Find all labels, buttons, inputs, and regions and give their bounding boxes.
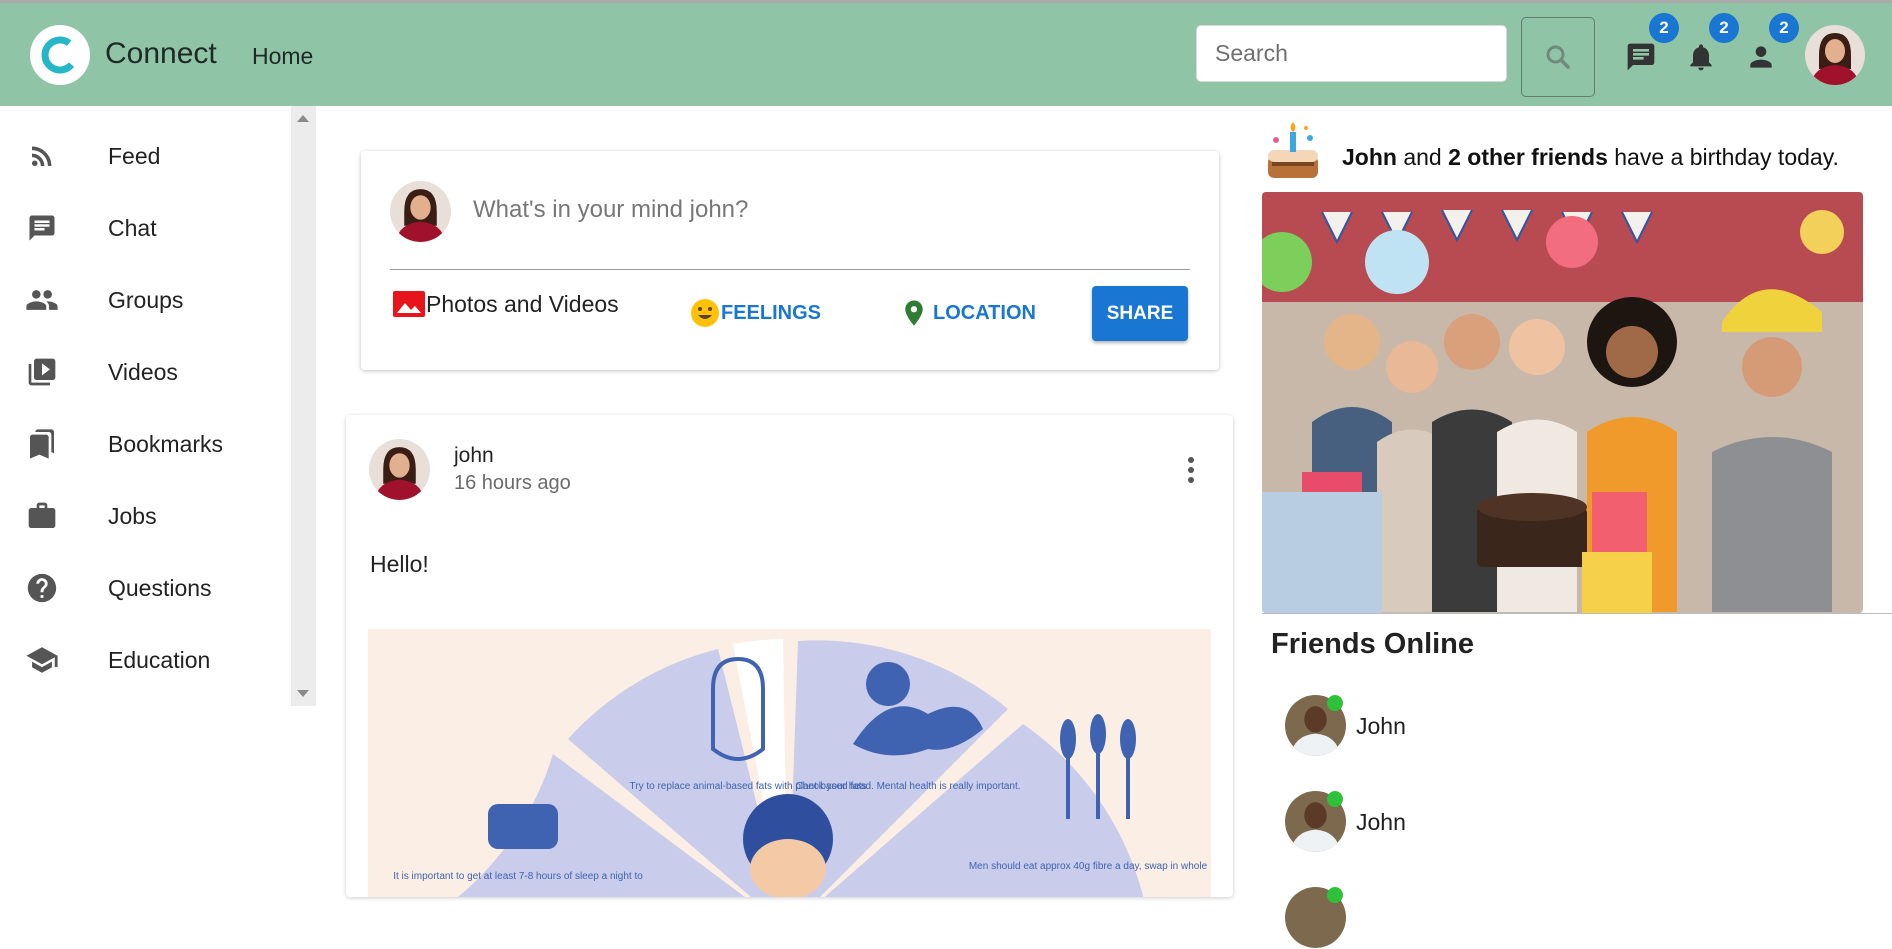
share-card: Photos and Videos FEELINGS LOCATION SHAR…: [361, 151, 1219, 370]
photos-videos-label: Photos and Videos: [426, 290, 619, 317]
divider: [390, 269, 1190, 270]
sidebar-item-bookmarks[interactable]: Bookmarks: [0, 412, 290, 476]
notifications-badge: 2: [1709, 13, 1739, 43]
post-card: john 16 hours ago Hello! Try to replace …: [346, 415, 1233, 897]
share-button[interactable]: SHARE: [1092, 286, 1188, 341]
video-library-icon: [24, 354, 60, 390]
sidebar-item-education[interactable]: Education: [0, 628, 290, 692]
feelings-label: FEELINGS: [721, 301, 822, 324]
sidebar-item-jobs[interactable]: Jobs: [0, 484, 290, 548]
rss-feed-icon: [24, 138, 60, 174]
top-bar: Connect Home 2 2 2: [0, 0, 1892, 106]
photos-videos-option[interactable]: Photos and Videos: [392, 289, 619, 319]
sidebar: Feed Chat Groups Videos Bookmarks Jobs Q…: [0, 106, 316, 706]
online-status-badge: [1327, 695, 1343, 711]
sidebar-item-label: Education: [108, 646, 211, 673]
online-status-badge: [1327, 791, 1343, 807]
chat-icon: [1627, 43, 1655, 71]
sidebar-item-chat[interactable]: Chat: [0, 196, 290, 260]
briefcase-icon: [24, 498, 60, 534]
avatar: [390, 181, 451, 242]
image-caption: Men should eat approx 40g fibre a day, s…: [969, 861, 1208, 872]
feelings-option[interactable]: FEELINGS: [689, 297, 821, 329]
messages-badge: 2: [1649, 13, 1679, 43]
search-button[interactable]: [1521, 17, 1595, 97]
sidebar-item-groups[interactable]: Groups: [0, 268, 290, 332]
sidebar-item-videos[interactable]: Videos: [0, 340, 290, 404]
sidebar-item-label: Jobs: [108, 502, 157, 529]
divider: [1262, 613, 1892, 614]
post-text: Hello!: [370, 551, 429, 577]
search-icon: [1546, 45, 1570, 69]
sidebar-item-feed[interactable]: Feed: [0, 124, 290, 188]
location-option[interactable]: LOCATION: [899, 297, 1036, 329]
friend-name: John: [1356, 713, 1406, 739]
location-label: LOCATION: [933, 301, 1036, 324]
chat-icon: [24, 210, 60, 246]
person-icon: [1750, 46, 1772, 68]
bell-icon: [1690, 44, 1712, 71]
friend-online-item[interactable]: John: [1285, 693, 1685, 757]
friend-requests-button[interactable]: 2: [1743, 13, 1799, 75]
brand-name[interactable]: Connect: [105, 37, 217, 71]
notifications-button[interactable]: 2: [1683, 13, 1739, 75]
birthday-cake-icon: [1268, 122, 1318, 178]
birthday-others[interactable]: 2 other friends: [1448, 144, 1608, 170]
post-timestamp: 16 hours ago: [454, 472, 571, 494]
online-status-badge: [1327, 887, 1343, 903]
sidebar-item-label: Chat: [108, 214, 157, 241]
sidebar-item-label: Questions: [108, 574, 212, 601]
photo-icon: [393, 291, 425, 317]
friend-requests-badge: 2: [1769, 13, 1799, 43]
logo-icon[interactable]: [30, 25, 90, 85]
sidebar-item-label: Groups: [108, 286, 184, 313]
birthday-party-image: [1262, 192, 1863, 613]
more-vert-icon[interactable]: [1176, 450, 1206, 490]
friend-online-item-partial[interactable]: [1285, 885, 1685, 949]
profile-avatar[interactable]: [1805, 25, 1865, 85]
image-caption: It is important to get at least 7-8 hour…: [393, 871, 643, 882]
birthday-text: John and 2 other friends have a birthday…: [1342, 144, 1839, 170]
birthday-notice: John and 2 other friends have a birthday…: [1262, 120, 1882, 180]
sidebar-item-questions[interactable]: Questions: [0, 556, 290, 620]
avatar[interactable]: [369, 439, 430, 500]
image-caption: Check your head. Mental health is really…: [795, 781, 1020, 792]
messages-button[interactable]: 2: [1623, 13, 1679, 75]
post-username[interactable]: john: [454, 444, 494, 468]
help-circle-icon: [24, 570, 60, 606]
scroll-down-arrow-icon[interactable]: [297, 690, 309, 697]
home-link[interactable]: Home: [252, 43, 313, 70]
friend-name: John: [1356, 809, 1406, 835]
friend-online-item[interactable]: John: [1285, 789, 1685, 853]
birthday-name[interactable]: John: [1342, 144, 1397, 170]
friends-online-title: Friends Online: [1271, 628, 1475, 660]
groups-icon: [24, 282, 60, 318]
sidebar-item-label: Videos: [108, 358, 178, 385]
bookmarks-icon: [24, 426, 60, 462]
scroll-up-arrow-icon[interactable]: [297, 115, 309, 122]
sidebar-scrollbar[interactable]: [291, 106, 316, 706]
sidebar-item-label: Bookmarks: [108, 430, 224, 457]
post-image[interactable]: Try to replace animal-based fats with pl…: [368, 629, 1211, 897]
post-input[interactable]: [473, 196, 1173, 224]
search-input[interactable]: [1196, 25, 1507, 82]
location-pin-icon: [905, 300, 923, 326]
sidebar-item-label: Feed: [108, 142, 161, 169]
school-icon: [24, 642, 60, 678]
emoji-icon: [691, 299, 719, 327]
